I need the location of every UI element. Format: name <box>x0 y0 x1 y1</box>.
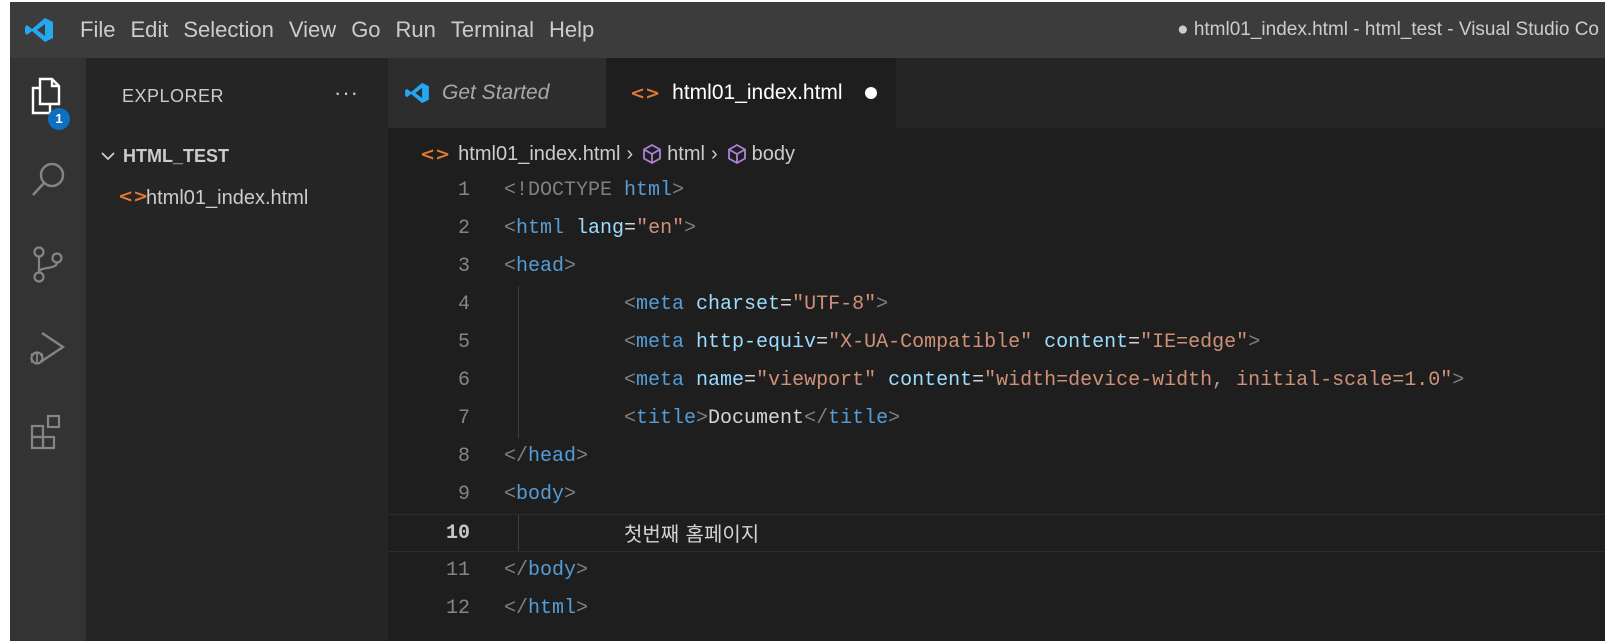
code-line[interactable]: 6 <meta name="viewport" content="width=d… <box>388 362 1605 400</box>
html-file-icon: <> <box>630 82 661 104</box>
line-number: 10 <box>445 522 470 545</box>
line-content: </html> <box>504 597 589 620</box>
folder-label: HTML_TEST <box>123 146 229 166</box>
activity-source-control[interactable] <box>10 226 86 302</box>
line-number: 5 <box>457 331 470 354</box>
search-icon <box>32 162 65 196</box>
file-item[interactable]: <> html01_index.html <box>86 182 388 214</box>
menu-help[interactable]: Help <box>549 17 607 43</box>
code-line[interactable]: 2 <html lang="en"> <box>388 210 1605 248</box>
activity-extensions[interactable] <box>10 394 86 470</box>
line-content: <title>Document</title> <box>624 407 901 430</box>
folder-html-test[interactable]: HTML_TEST <box>86 140 388 172</box>
line-content: <head> <box>504 255 577 278</box>
line-content: 첫번째 홈페이지 <box>624 522 760 546</box>
activity-search[interactable] <box>10 142 86 218</box>
run-debug-icon <box>30 332 66 365</box>
line-number: 4 <box>457 293 470 316</box>
breadcrumb-html[interactable]: html <box>667 143 705 166</box>
menu-selection[interactable]: Selection <box>183 17 287 43</box>
editor-tab-bar: Get Started <> html01_index.html <box>388 58 1605 128</box>
code-line[interactable]: 8 </head> <box>388 438 1605 476</box>
symbol-cube-icon <box>727 143 746 165</box>
html-file-icon: <> <box>118 186 149 207</box>
breadcrumb-file[interactable]: html01_index.html <box>458 143 620 166</box>
menu-go[interactable]: Go <box>351 17 393 43</box>
explorer-badge: 1 <box>48 108 70 130</box>
symbol-cube-icon <box>643 143 662 165</box>
source-control-icon <box>33 246 63 283</box>
code-line[interactable]: 1 <!DOCTYPE html> <box>388 172 1605 210</box>
code-line[interactable]: 7 <title>Document</title> <box>388 400 1605 438</box>
code-line[interactable]: 11 </body> <box>388 552 1605 590</box>
tab-get-started[interactable]: Get Started <box>388 58 606 128</box>
line-number: 7 <box>457 407 470 430</box>
unsaved-dot-icon[interactable] <box>864 87 877 99</box>
tab-label: Get Started <box>442 81 550 104</box>
activity-run-debug[interactable] <box>10 310 86 386</box>
code-line[interactable]: 5 <meta http-equiv="X-UA-Compatible" con… <box>388 324 1605 362</box>
explorer-sidebar: EXPLORER ··· HTML_TEST <> html01_index.h… <box>86 58 388 641</box>
line-content: </body> <box>504 559 589 582</box>
code-line[interactable]: 12 </html> <box>388 590 1605 628</box>
vscode-logo-icon[interactable] <box>24 17 54 43</box>
code-line[interactable]: 3 <head> <box>388 248 1605 286</box>
title-bar: File Edit Selection View Go Run Terminal… <box>10 2 1605 58</box>
vscode-logo-icon <box>405 82 429 104</box>
explorer-header: EXPLORER <box>122 86 225 106</box>
line-content: <meta charset="UTF-8"> <box>624 293 889 316</box>
menu-run[interactable]: Run <box>396 17 449 43</box>
menu-view[interactable]: View <box>289 17 349 43</box>
menu-file[interactable]: File <box>80 17 128 43</box>
line-number: 12 <box>445 597 470 620</box>
vscode-window: File Edit Selection View Go Run Terminal… <box>10 2 1605 641</box>
breadcrumb: <> html01_index.html › html › body <box>420 136 795 172</box>
line-content: </head> <box>504 445 589 468</box>
line-content: <meta name="viewport" content="width=dev… <box>624 369 1465 392</box>
code-line-current[interactable]: 10 첫번째 홈페이지 <box>388 514 1605 552</box>
breadcrumb-separator-icon: › <box>710 142 718 165</box>
menu-bar: File Edit Selection View Go Run Terminal… <box>80 2 609 58</box>
activity-explorer[interactable]: 1 <box>10 58 86 134</box>
line-number: 11 <box>445 559 470 582</box>
window-title: ● html01_index.html - html_test - Visual… <box>1177 19 1599 40</box>
breadcrumb-separator-icon: › <box>626 142 634 165</box>
line-number: 9 <box>457 483 470 506</box>
chevron-down-icon <box>101 152 115 161</box>
line-content: <meta http-equiv="X-UA-Compatible" conte… <box>624 331 1261 354</box>
breadcrumb-body[interactable]: body <box>752 143 795 166</box>
line-number: 1 <box>457 179 470 202</box>
line-content: <body> <box>504 483 577 506</box>
menu-terminal[interactable]: Terminal <box>451 17 547 43</box>
extensions-icon <box>30 414 61 450</box>
code-line[interactable]: 4 <meta charset="UTF-8"> <box>388 286 1605 324</box>
more-actions-button[interactable]: ··· <box>334 80 359 106</box>
code-line[interactable]: 9 <body> <box>388 476 1605 514</box>
line-number: 3 <box>457 255 470 278</box>
tab-html01-index[interactable]: <> html01_index.html <box>606 58 896 128</box>
line-content: <html lang="en"> <box>504 217 697 240</box>
line-number: 8 <box>457 445 470 468</box>
activity-bar: 1 <box>10 58 86 641</box>
line-content: <!DOCTYPE html> <box>504 179 685 202</box>
file-label: html01_index.html <box>146 187 309 209</box>
line-number: 2 <box>457 217 470 240</box>
line-number: 6 <box>457 369 470 392</box>
menu-edit[interactable]: Edit <box>130 17 181 43</box>
html-file-icon: <> <box>420 143 451 165</box>
tab-label: html01_index.html <box>672 81 843 104</box>
code-editor[interactable]: 1 <!DOCTYPE html> 2 <html lang="en"> 3 <… <box>388 172 1605 641</box>
